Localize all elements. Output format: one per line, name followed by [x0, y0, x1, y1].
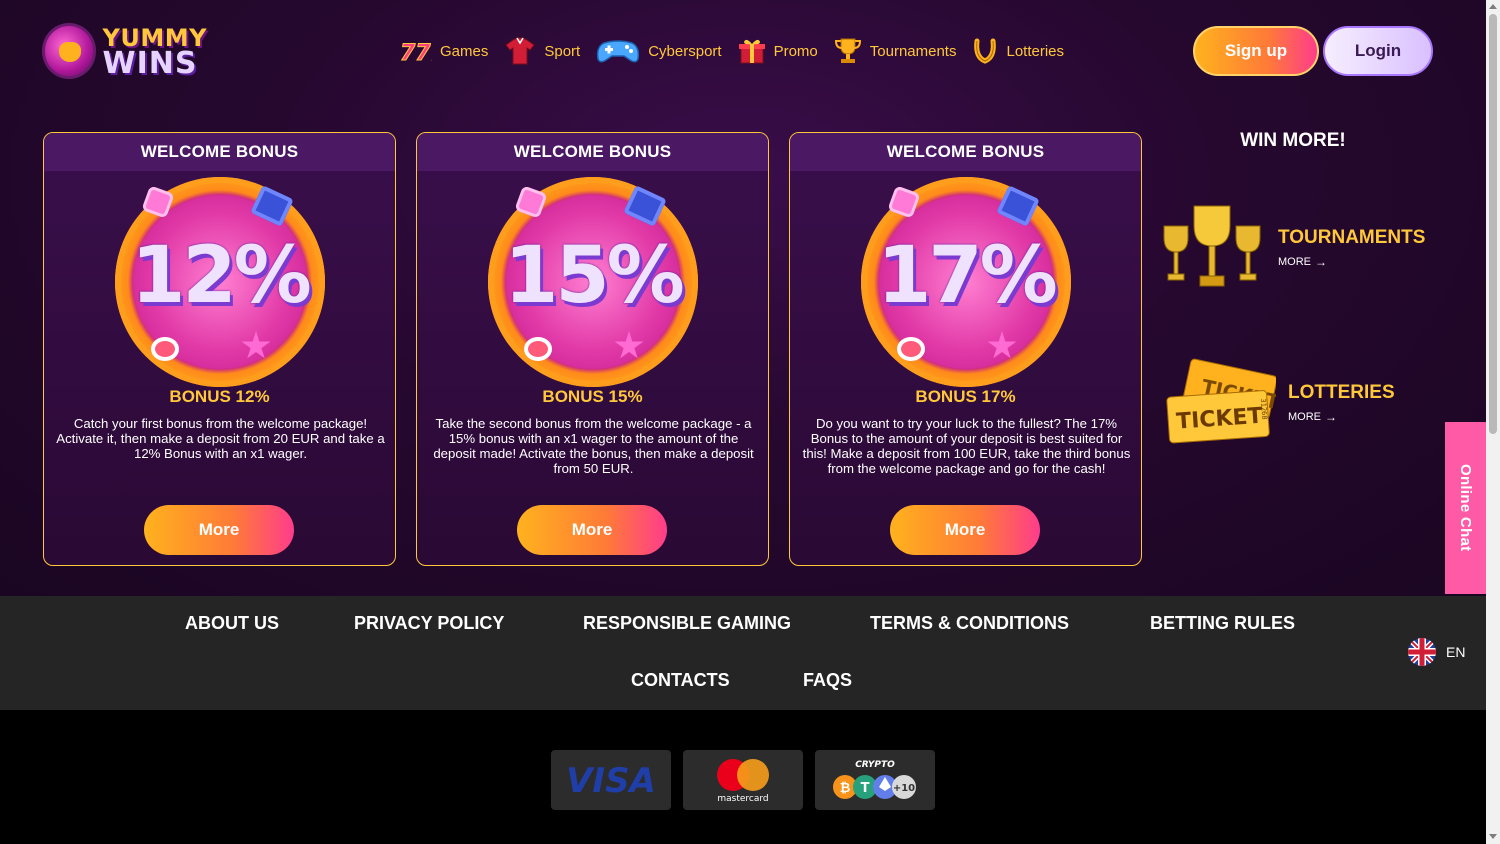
footer-link-privacy-policy[interactable]: PRIVACY POLICY — [354, 613, 504, 634]
logo-mascot-icon — [42, 23, 97, 79]
scroll-up-arrow-icon[interactable] — [1489, 4, 1497, 9]
more-button[interactable]: More — [890, 505, 1040, 555]
lotteries-title: LOTTERIES — [1288, 382, 1395, 403]
card-header: WELCOME BONUS — [44, 133, 395, 171]
main-nav: 777 Games Sport Cybersport — [400, 36, 1080, 66]
arrow-right-icon: → — [1315, 255, 1327, 269]
tournaments-promo[interactable]: TOURNAMENTS MORE → — [1160, 202, 1425, 294]
online-chat-tab[interactable]: Online Chat — [1445, 422, 1486, 594]
bonus-card-15: WELCOME BONUS 15% BONUS 15% Take the sec… — [416, 132, 769, 566]
bonus-badge-image: 12% — [115, 177, 325, 387]
win-more-title: WIN MORE! — [1240, 130, 1346, 151]
crypto-more-text: +10 — [893, 783, 915, 794]
signup-button[interactable]: Sign up — [1193, 26, 1319, 76]
nav-item-cybersport[interactable]: Cybersport — [596, 37, 722, 65]
uk-flag-icon — [1408, 638, 1436, 666]
nav-item-tournaments[interactable]: Tournaments — [834, 37, 957, 65]
scrollbar-thumb[interactable] — [1489, 14, 1497, 434]
bonus-percent: 12% — [131, 231, 312, 321]
nav-item-promo[interactable]: Promo — [738, 37, 818, 65]
mastercard-text: mastercard — [717, 794, 768, 804]
bonus-title: BONUS 12% — [169, 387, 270, 406]
bonus-badge-image: 15% — [488, 177, 698, 387]
footer-link-terms[interactable]: TERMS & CONDITIONS — [870, 613, 1069, 634]
lotteries-more-link[interactable]: MORE → — [1288, 410, 1395, 424]
bonus-card-12: WELCOME BONUS 12% BONUS 12% Catch your f… — [43, 132, 396, 566]
card-header: WELCOME BONUS — [417, 133, 768, 171]
candy-icon — [897, 337, 925, 361]
footer-link-contacts[interactable]: CONTACTS — [631, 670, 730, 691]
bonus-title: BONUS 15% — [542, 387, 643, 406]
footer-link-betting-rules[interactable]: BETTING RULES — [1150, 613, 1295, 634]
trophies-icon — [1163, 205, 1261, 287]
nav-label-games: Games — [440, 42, 489, 60]
bonus-percent: 15% — [504, 231, 685, 321]
footer-link-responsible-gaming[interactable]: RESPONSIBLE GAMING — [583, 613, 791, 634]
hero-section: YUMMY WINS 777 Games Sport — [0, 0, 1486, 596]
arrow-right-icon: → — [1325, 410, 1337, 424]
jersey-icon — [505, 37, 536, 65]
nav-item-games[interactable]: 777 Games — [400, 37, 489, 66]
crypto-logo: CRYPTO ₿ T +10 — [815, 750, 935, 810]
bonus-description: Take the second bonus from the welcome p… — [433, 416, 754, 476]
nav-label-sport: Sport — [544, 42, 581, 60]
mastercard-logo: mastercard — [683, 750, 803, 810]
footer-link-about-us[interactable]: ABOUT US — [185, 613, 279, 634]
svg-text:T: T — [861, 781, 870, 796]
lotteries-promo[interactable]: TICKET TICKET 31268 LOTTERIES MORE→ — [1164, 358, 1395, 448]
online-chat-label: Online Chat — [1457, 464, 1474, 552]
candy-icon — [524, 337, 552, 361]
nav-label-cybersport: Cybersport — [648, 42, 722, 60]
bonus-description: Do you want to try your luck to the full… — [802, 416, 1131, 476]
language-label: EN — [1446, 644, 1466, 660]
payment-methods: VISA mastercard CRYPTO ₿ T +10 — [0, 710, 1486, 844]
tournaments-title: TOURNAMENTS — [1278, 227, 1426, 248]
bonus-percent: 17% — [877, 231, 1058, 321]
page: YUMMY WINS 777 Games Sport — [0, 0, 1486, 844]
visa-logo: VISA — [551, 750, 671, 810]
more-button[interactable]: More — [517, 505, 667, 555]
footer-links: ABOUT US PRIVACY POLICY RESPONSIBLE GAMI… — [0, 596, 1486, 710]
tournaments-more-link[interactable]: MORE → — [1278, 255, 1425, 269]
candy-icon — [151, 337, 179, 361]
bonus-badge-image: 17% — [861, 177, 1071, 387]
horseshoe-icon — [974, 38, 997, 64]
visa-text: VISA — [566, 761, 656, 801]
svg-text:777: 777 — [400, 41, 432, 65]
logo-text-line2: WINS — [102, 46, 198, 81]
language-selector[interactable]: EN — [1408, 638, 1465, 666]
gamepad-icon — [597, 40, 640, 63]
card-header: WELCOME BONUS — [790, 133, 1141, 171]
bonus-card-17: WELCOME BONUS 17% BONUS 17% Do you want … — [789, 132, 1142, 566]
nav-label-promo: Promo — [773, 42, 818, 60]
nav-item-sport[interactable]: Sport — [504, 37, 580, 65]
svg-text:₿: ₿ — [840, 781, 851, 796]
bonus-title: BONUS 17% — [915, 387, 1016, 406]
scroll-down-arrow-icon[interactable] — [1489, 834, 1497, 839]
nav-label-tournaments: Tournaments — [869, 42, 957, 60]
more-button[interactable]: More — [144, 505, 294, 555]
nav-label-lotteries: Lotteries — [1006, 42, 1065, 60]
slot-777-icon: 777 — [400, 41, 432, 66]
login-button[interactable]: Login — [1323, 26, 1433, 76]
bonus-description: Catch your first bonus from the welcome … — [56, 416, 385, 461]
crypto-text: CRYPTO — [855, 760, 895, 770]
nav-item-lotteries[interactable]: Lotteries — [972, 37, 1064, 65]
gift-icon — [738, 39, 765, 64]
tickets-icon: TICKET TICKET 31268 — [1166, 358, 1276, 444]
page-scrollbar[interactable] — [1486, 0, 1500, 844]
ticket-number: 31268 — [1259, 398, 1268, 420]
footer-link-faqs[interactable]: FAQS — [803, 670, 852, 691]
trophy-icon — [834, 38, 861, 63]
logo[interactable]: YUMMY WINS — [42, 20, 207, 82]
